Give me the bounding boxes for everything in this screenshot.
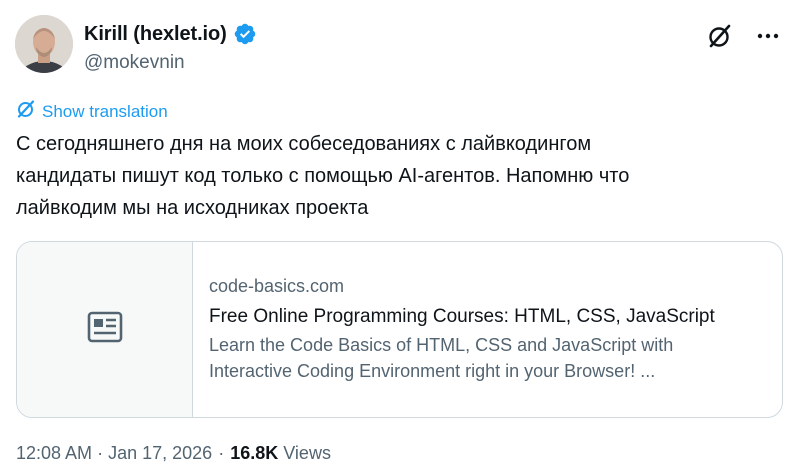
tweet-time: 12:08 AM	[16, 443, 93, 463]
views-count: 16.8K	[230, 443, 279, 463]
tweet-meta: 12:08 AM · Jan 17, 2026 · 16.8K Views	[16, 443, 331, 464]
views-link[interactable]: 16.8K Views	[230, 443, 331, 464]
grok-icon[interactable]	[706, 22, 734, 50]
tweet-date: Jan 17, 2026	[108, 443, 213, 463]
card-description-line: Learn the Code Basics of HTML, CSS and J…	[209, 335, 674, 355]
tweet-text-line: кандидаты пишут код только с помощью AI-…	[16, 165, 630, 187]
show-translation-label: Show translation	[42, 101, 168, 121]
author-handle[interactable]: @mokevnin	[84, 52, 185, 74]
meta-separator: ·	[218, 443, 225, 463]
translate-icon	[16, 99, 36, 124]
meta-separator: ·	[97, 443, 104, 463]
views-label: Views	[283, 443, 331, 463]
tweet-text-line: лайвкодим мы на исходниках проекта	[16, 197, 369, 219]
card-description: Learn the Code Basics of HTML, CSS and J…	[209, 332, 715, 384]
card-domain: code-basics.com	[209, 276, 345, 296]
avatar-photo	[15, 15, 73, 73]
tweet-timestamp[interactable]: 12:08 AM · Jan 17, 2026	[16, 443, 212, 464]
verified-badge-icon	[233, 22, 257, 46]
more-icon[interactable]	[754, 22, 782, 50]
article-icon	[87, 311, 123, 348]
card-media	[17, 242, 193, 417]
card-description-line: Interactive Coding Environment right in …	[209, 361, 656, 381]
card-title: Free Online Programming Courses: HTML, C…	[209, 306, 715, 327]
tweet-text-line: С сегодняшнего дня на моих собеседования…	[16, 133, 592, 155]
author-display-name[interactable]: Kirill (hexlet.io)	[84, 23, 227, 46]
link-preview-card[interactable]: code-basics.com Free Online Programming …	[16, 241, 783, 418]
show-translation-button[interactable]: Show translation	[16, 99, 168, 124]
tweet-text: С сегодняшнего дня на моих собеседования…	[16, 128, 776, 224]
avatar[interactable]	[15, 15, 73, 73]
